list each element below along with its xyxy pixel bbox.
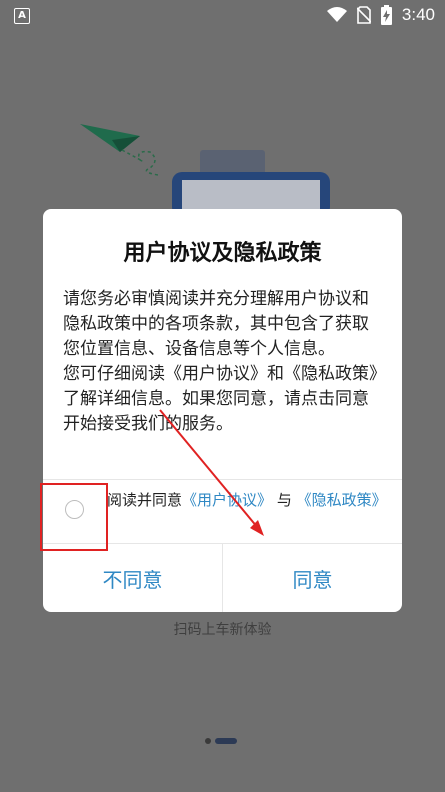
dialog-buttons: 不同意 同意 — [43, 543, 402, 612]
user-agreement-link[interactable]: 《用户协议》 — [182, 491, 272, 509]
agree-and: 与 — [276, 491, 292, 509]
page-indicator — [205, 738, 237, 744]
dialog-body: 请您务必审慎阅读并充分理解用户协议和隐私政策中的各项条款，其中包含了获取您位置信… — [63, 287, 385, 437]
privacy-dialog: 用户协议及隐私政策 请您务必审慎阅读并充分理解用户协议和隐私政策中的各项条款，其… — [43, 209, 402, 612]
background-caption: 扫码上车新体验 — [173, 622, 272, 638]
agree-text: 阅读并同意《用户协议》 与 《隐私政策》 — [107, 490, 389, 510]
privacy-policy-link[interactable]: 《隐私政策》 — [297, 491, 387, 509]
annotation-highlight-box — [40, 483, 108, 551]
page-dot — [205, 738, 211, 744]
paper-plane-icon — [80, 124, 159, 176]
page-dot-active — [215, 738, 237, 744]
phone-illustration — [172, 150, 330, 217]
dialog-paragraph-2: 您可仔细阅读《用户协议》和《隐私政策》了解详细信息。如果您同意，请点击同意开始接… — [63, 364, 378, 434]
agree-prefix: 阅读并同意 — [107, 491, 183, 509]
dialog-title: 用户协议及隐私政策 — [123, 241, 322, 266]
disagree-button[interactable]: 不同意 — [43, 544, 222, 612]
dialog-paragraph-1: 请您务必审慎阅读并充分理解用户协议和隐私政策中的各项条款，其中包含了获取您位置信… — [63, 289, 369, 359]
agree-button[interactable]: 同意 — [222, 544, 402, 612]
